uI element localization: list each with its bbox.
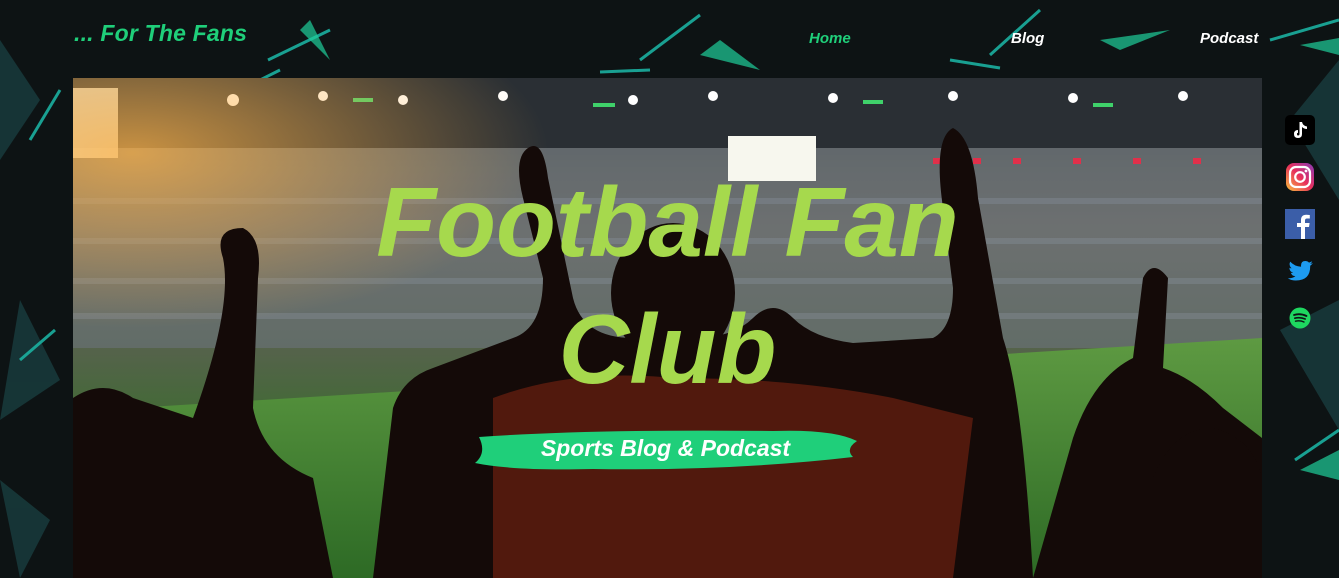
spotify-icon[interactable] bbox=[1285, 303, 1315, 333]
nav-home[interactable]: Home bbox=[809, 30, 851, 47]
instagram-icon[interactable] bbox=[1285, 162, 1315, 192]
tiktok-icon[interactable] bbox=[1285, 115, 1315, 145]
nav-podcast[interactable]: Podcast bbox=[1200, 30, 1258, 47]
twitter-icon[interactable] bbox=[1285, 256, 1315, 286]
hero-banner: Football Fan Club Sports Blog & Podcast bbox=[73, 78, 1262, 578]
facebook-icon[interactable] bbox=[1285, 209, 1315, 239]
nav-blog[interactable]: Blog bbox=[1011, 30, 1044, 47]
hero-title-line-1: Football Fan bbox=[376, 167, 959, 277]
hero-title-line-2: Club bbox=[558, 294, 777, 404]
tagline-banner: Sports Blog & Podcast bbox=[473, 427, 858, 471]
hero-tagline: Sports Blog & Podcast bbox=[540, 435, 791, 461]
site-logo[interactable]: ... For The Fans bbox=[74, 20, 247, 47]
